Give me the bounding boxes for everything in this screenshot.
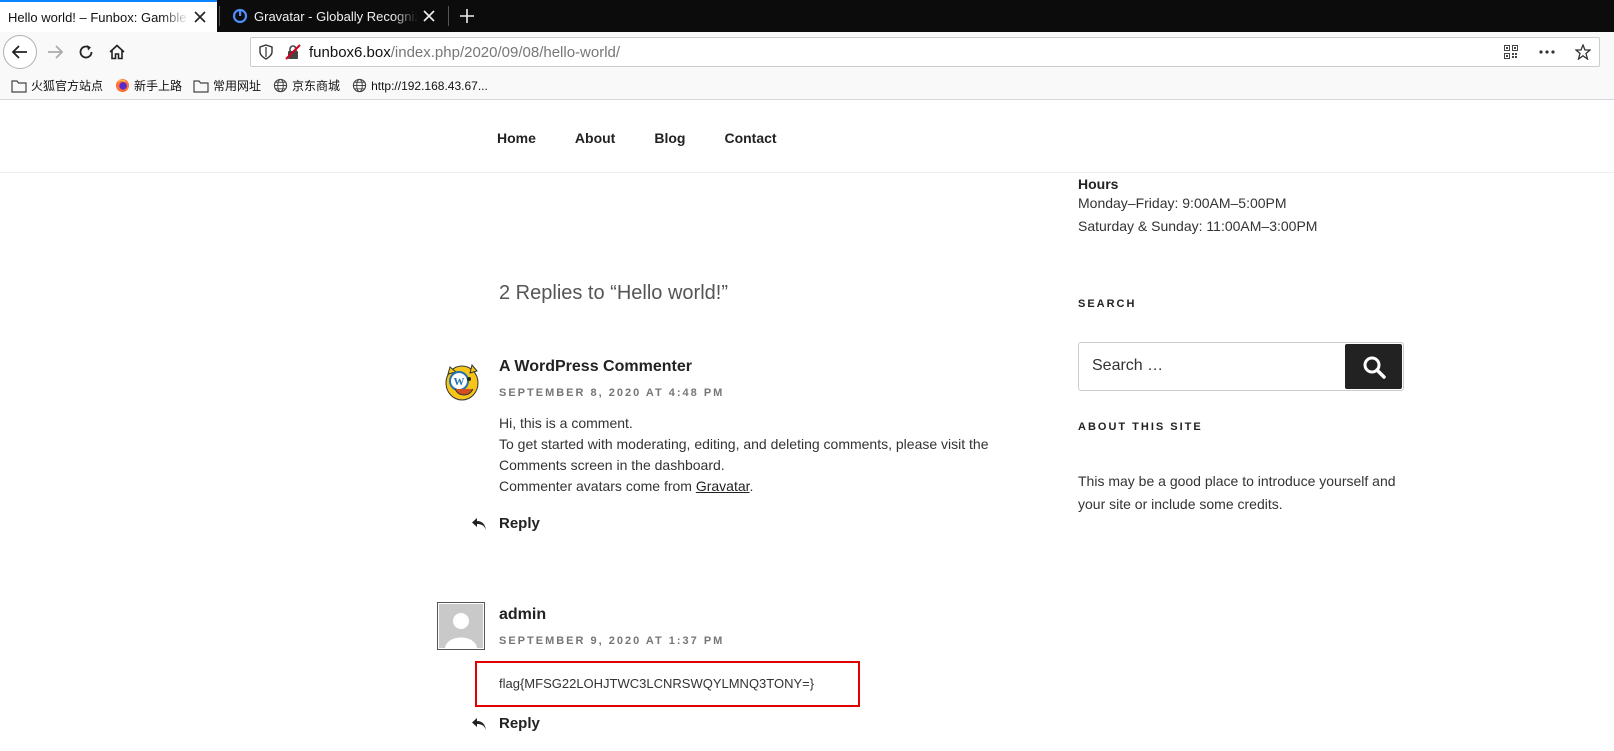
about-text: This may be a good place to introduce yo…: [1078, 473, 1396, 512]
reload-button[interactable]: [69, 35, 103, 69]
shield-icon[interactable]: [259, 44, 275, 60]
globe-icon: [351, 78, 367, 94]
url-host: funbox6.box: [309, 43, 391, 61]
main-menu: Home About Blog Contact: [497, 130, 816, 146]
bookmark-item[interactable]: 新手上路: [114, 75, 182, 97]
default-avatar-icon: [439, 604, 483, 648]
close-icon[interactable]: [189, 6, 211, 28]
forward-button[interactable]: [38, 35, 72, 69]
reply-label: Reply: [499, 715, 540, 732]
search-input[interactable]: Search …: [1092, 357, 1163, 375]
bookmark-item[interactable]: 京东商城: [272, 75, 340, 97]
arrow-right-icon: [48, 45, 64, 59]
search-button[interactable]: [1345, 344, 1402, 389]
gravatar-link[interactable]: Gravatar: [696, 478, 750, 494]
comment-text: .: [749, 478, 754, 494]
more-actions-icon[interactable]: [1527, 38, 1567, 66]
reply-arrow-icon: [471, 717, 487, 731]
folder-icon: [193, 78, 209, 94]
nav-about-link[interactable]: About: [575, 130, 615, 146]
about-widget-title: ABOUT THIS SITE: [1078, 421, 1203, 433]
globe-icon: [272, 78, 288, 94]
plus-icon: [460, 9, 474, 23]
new-tab-button[interactable]: [455, 4, 479, 28]
avatar: [437, 602, 485, 650]
comment-line: To get started with moderating, editing,…: [499, 436, 989, 452]
gravatar-icon: [232, 8, 248, 24]
search-widget-title: SEARCH: [1078, 298, 1137, 310]
url-text[interactable]: funbox6.box/index.php/2020/09/08/hello-w…: [309, 44, 620, 61]
search-form: Search …: [1078, 342, 1404, 391]
reply-label: Reply: [499, 515, 540, 532]
wapuu-avatar-icon: W: [445, 363, 479, 401]
home-button[interactable]: [100, 35, 134, 69]
navigation-toolbar: funbox6.box/index.php/2020/09/08/hello-w…: [0, 32, 1614, 72]
hours-line: Saturday & Sunday: 11:00AM–3:00PM: [1078, 218, 1318, 234]
bookmark-label: http://192.168.43.67...: [371, 78, 488, 93]
tab-title: Gravatar - Globally Recognized Avatars: [254, 8, 418, 24]
close-icon[interactable]: [418, 5, 440, 27]
search-icon: [1363, 356, 1386, 379]
home-icon: [109, 44, 125, 60]
comment-date[interactable]: SEPTEMBER 8, 2020 AT 4:48 PM: [499, 387, 724, 399]
comment-author[interactable]: admin: [499, 606, 546, 624]
bookmark-item[interactable]: http://192.168.43.67...: [351, 75, 488, 97]
bookmark-star-icon[interactable]: [1567, 38, 1599, 66]
reply-link[interactable]: Reply: [471, 515, 540, 532]
comment-author[interactable]: A WordPress Commenter: [499, 358, 692, 376]
bookmarks-toolbar: 火狐官方站点 新手上路 常用网址 京东商城 http://192.168.43.…: [0, 72, 1614, 100]
nav-home-link[interactable]: Home: [497, 130, 536, 146]
bookmark-item[interactable]: 常用网址: [193, 75, 261, 97]
comments-title: 2 Replies to “Hello world!”: [499, 282, 728, 304]
hours-line: Monday–Friday: 9:00AM–5:00PM: [1078, 195, 1287, 211]
arrow-left-icon: [11, 45, 27, 59]
svg-text:W: W: [454, 376, 465, 388]
tab-title: Hello world! – Funbox: Gamble His Money!: [8, 9, 189, 25]
hours-title: Hours: [1078, 176, 1119, 192]
nav-contact-link[interactable]: Contact: [724, 130, 776, 146]
tab-gravatar[interactable]: Gravatar - Globally Recognized Avatars: [224, 0, 446, 32]
firefox-icon: [114, 78, 130, 94]
back-button[interactable]: [3, 35, 37, 69]
url-path: /index.php/2020/09/08/hello-world/: [390, 43, 621, 61]
comment-line: Commenter avatars come from Gravatar.: [499, 476, 1019, 497]
url-actions: [1495, 38, 1599, 66]
tab-separator: [448, 6, 449, 26]
tab-bar: Hello world! – Funbox: Gamble His Money!…: [0, 0, 1614, 32]
qr-code-icon[interactable]: [1495, 38, 1527, 66]
reload-icon: [79, 45, 93, 59]
comment-line: Hi, this is a comment.: [499, 415, 633, 431]
bookmark-item[interactable]: 火狐官方站点: [11, 75, 103, 97]
address-bar[interactable]: funbox6.box/index.php/2020/09/08/hello-w…: [250, 37, 1600, 67]
avatar: W: [437, 357, 485, 405]
comment-date[interactable]: SEPTEMBER 9, 2020 AT 1:37 PM: [499, 635, 724, 647]
tab-separator: [219, 6, 220, 26]
bookmark-label: 新手上路: [134, 79, 183, 93]
highlight-box: [475, 661, 860, 707]
bookmark-label: 火狐官方站点: [31, 79, 104, 93]
reply-arrow-icon: [471, 517, 487, 531]
site-navigation: Home About Blog Contact: [0, 100, 1614, 173]
comment-line: Comments screen in the dashboard.: [499, 457, 725, 473]
reply-link[interactable]: Reply: [471, 715, 540, 732]
bookmark-label: 常用网址: [213, 79, 262, 93]
insecure-lock-icon[interactable]: [285, 44, 301, 60]
bookmark-label: 京东商城: [292, 79, 341, 93]
comment-body: Hi, this is a comment. To get started wi…: [499, 413, 1019, 497]
folder-icon: [11, 78, 27, 94]
nav-blog-link[interactable]: Blog: [654, 130, 685, 146]
comment-text: Commenter avatars come from: [499, 478, 696, 494]
tab-hello-world[interactable]: Hello world! – Funbox: Gamble His Money!: [0, 0, 217, 32]
